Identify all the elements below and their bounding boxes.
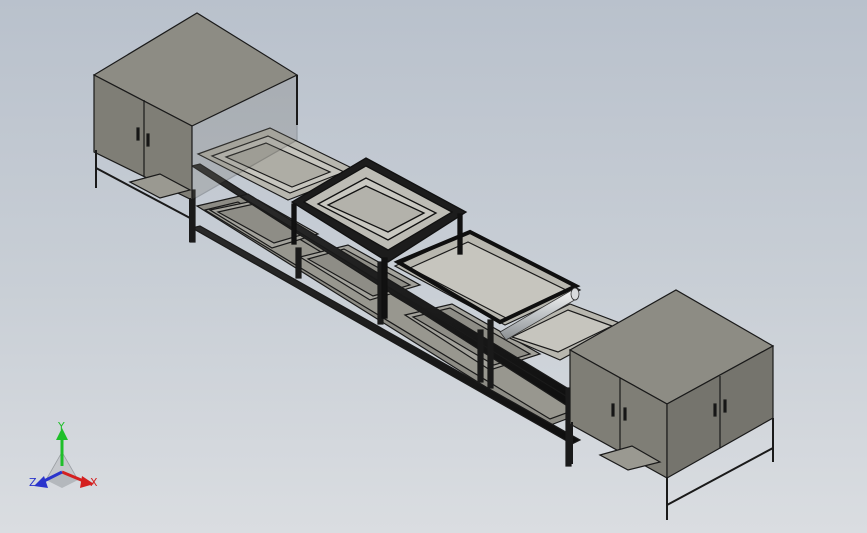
triad-y-label: Y	[58, 420, 65, 433]
machine-assembly-drawing	[92, 12, 775, 520]
triad-x-label: X	[90, 476, 98, 489]
triad-z-label: Z	[29, 476, 37, 489]
3d-model-viewport[interactable]: Y X Z	[0, 0, 867, 533]
axis-triad	[34, 428, 94, 488]
